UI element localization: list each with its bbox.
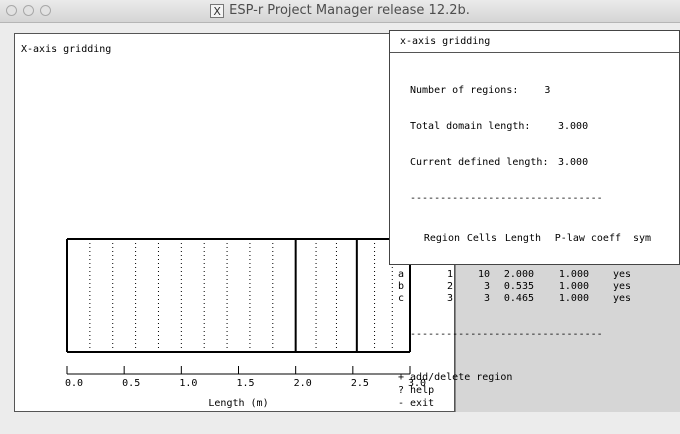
total-length-label: Total domain length: — [410, 121, 531, 132]
header-plaw-coeff: P-law coeff — [554, 233, 621, 244]
current-length-label: Current defined length: — [410, 157, 549, 168]
exit-menu-item[interactable]: - exit — [398, 397, 651, 410]
row-length: 0.535 — [503, 281, 534, 292]
x-tick-label: 2.5 — [351, 378, 369, 389]
row-sym: yes — [612, 293, 631, 304]
menu-item-label: add/delete region — [410, 372, 513, 383]
current-length-row: Current defined length: 3.000 — [410, 157, 651, 169]
row-region: 3 — [446, 293, 453, 304]
menu-item-label: help — [410, 385, 435, 396]
header-length: Length — [504, 233, 541, 244]
row-key: a — [398, 269, 405, 280]
x-tick-label: 2.0 — [294, 378, 312, 389]
row-key: b — [398, 281, 405, 292]
menu-item-key: - — [398, 398, 405, 409]
x-tick-label: 1.5 — [237, 378, 255, 389]
row-cells: 10 — [477, 269, 490, 280]
header-sym: sym — [632, 233, 651, 244]
x-tick-label: 1.0 — [179, 378, 197, 389]
row-length: 0.465 — [503, 293, 534, 304]
menu-item-key: + — [398, 372, 405, 383]
row-plaw-coeff: 1.000 — [558, 281, 589, 292]
row-plaw-coeff: 1.000 — [558, 269, 589, 280]
window-title-area: X ESP-r Project Manager release 12.2b. — [0, 0, 680, 22]
title-bar: X ESP-r Project Manager release 12.2b. — [0, 0, 680, 23]
table-row[interactable]: b 2 3 0.535 1.000 yes — [398, 281, 651, 293]
dialog-title: x-axis gridding — [390, 31, 679, 53]
row-sym: yes — [612, 269, 631, 280]
window-title: ESP-r Project Manager release 12.2b. — [229, 3, 470, 18]
x-axis-label: Length (m) — [208, 398, 268, 409]
x11-app-icon: X — [210, 3, 225, 18]
separator-top: -------------------------------- — [410, 193, 603, 204]
menu-item-key: ? — [398, 385, 405, 396]
x-tick-label: 0.0 — [65, 378, 83, 389]
header-region: Region — [423, 233, 460, 244]
dialog-body: Number of regions: 3 Total domain length:… — [398, 61, 651, 434]
x-tick-label: 0.5 — [122, 378, 140, 389]
total-length-row: Total domain length: 3.000 — [410, 121, 651, 133]
add-delete-region-menu-item[interactable]: + add/delete region — [398, 371, 651, 384]
help-menu-item[interactable]: ? help — [398, 384, 651, 397]
separator-bottom: -------------------------------- — [410, 329, 603, 340]
row-region: 2 — [446, 281, 453, 292]
total-length-value: 3.000 — [558, 121, 589, 132]
header-cells: Cells — [466, 233, 497, 244]
number-of-regions-row: Number of regions: 3 — [410, 85, 651, 97]
x-axis-gridding-dialog: x-axis gridding Number of regions: 3 Tota… — [389, 30, 680, 409]
table-row[interactable]: a 1 10 2.000 1.000 yes — [398, 269, 651, 281]
row-cells: 3 — [483, 281, 490, 292]
row-plaw-coeff: 1.000 — [558, 293, 589, 304]
current-length-value: 3.000 — [558, 157, 589, 168]
row-key: c — [398, 293, 405, 304]
number-of-regions-value: 3 — [544, 85, 551, 96]
row-sym: yes — [612, 281, 631, 292]
row-region: 1 — [446, 269, 453, 280]
table-header: Region Cells Length P-law coeff sym — [410, 233, 651, 245]
menu-item-label: exit — [410, 398, 435, 409]
row-length: 2.000 — [503, 269, 534, 280]
table-row[interactable]: c 3 3 0.465 1.000 yes — [398, 293, 651, 305]
row-cells: 3 — [483, 293, 490, 304]
number-of-regions-label: Number of regions: — [410, 85, 519, 96]
